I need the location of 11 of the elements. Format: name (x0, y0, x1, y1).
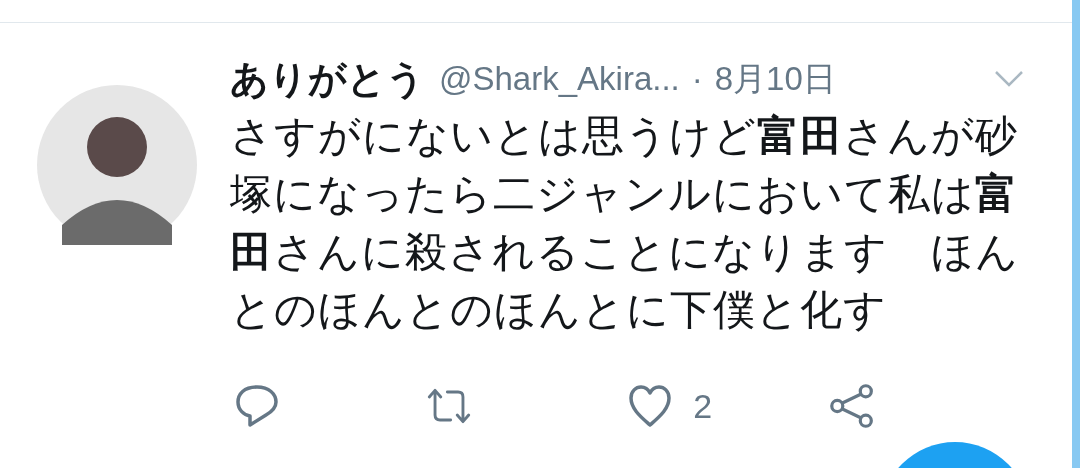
reply-icon[interactable] (234, 383, 280, 429)
avatar[interactable] (37, 85, 197, 245)
display-name[interactable]: ありがとう (230, 53, 425, 105)
tweet-date: 8月10日 (714, 58, 836, 99)
like-count: 2 (693, 386, 713, 426)
user-handle: @Shark_Akira... (439, 60, 680, 98)
share-icon[interactable] (828, 383, 875, 429)
heart-icon[interactable] (627, 383, 674, 429)
scrollbar[interactable] (1072, 0, 1080, 468)
separator-dot: · (691, 60, 703, 98)
tweet-text: さすがにないとは思うけど富田さんが砂塚になったら二ジャンルにおいて私は富田さんに殺されることになります ほんとのほんとのほんとに下僕と化す (230, 110, 1020, 336)
